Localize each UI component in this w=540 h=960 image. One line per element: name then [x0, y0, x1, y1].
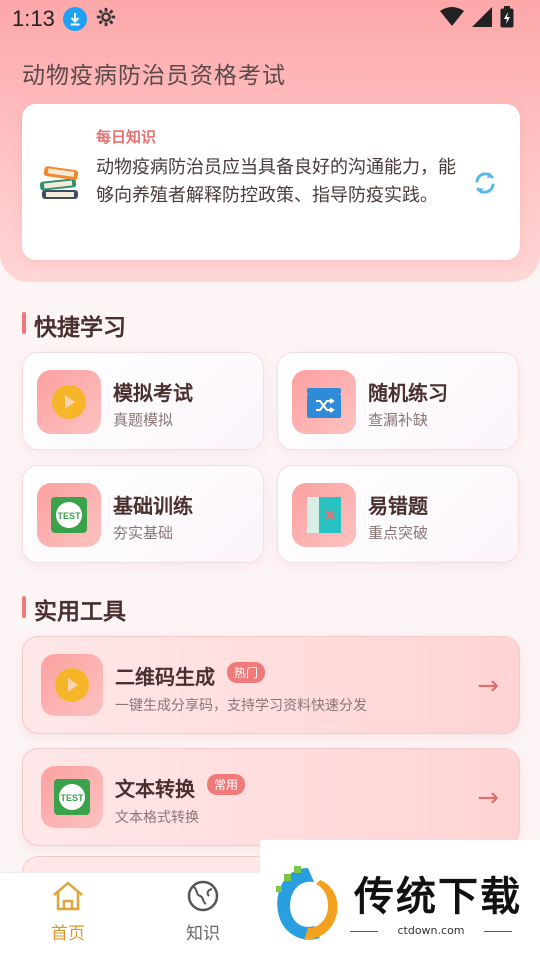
daily-label: 每日知识	[96, 128, 157, 146]
quick-subtitle: 重点突破	[368, 524, 429, 542]
text-convert-card[interactable]: TEST 文本转换 常用 文本格式转换 →	[22, 748, 520, 846]
books-icon	[38, 160, 82, 208]
battery-icon	[500, 6, 514, 32]
watermark-logo	[276, 866, 338, 940]
quick-study-title: 快捷学习	[22, 308, 126, 342]
daily-text: 动物疫病防治员应当具备良好的沟通能力，能够向养殖者解释防控政策、指导防疫实践。	[96, 157, 456, 206]
common-badge: 常用	[207, 774, 246, 795]
wifi-icon	[440, 7, 464, 31]
quick-title: 模拟考试	[113, 381, 193, 405]
hot-badge: 热门	[227, 662, 266, 683]
nav-knowledge[interactable]: 知识	[163, 879, 243, 944]
quick-title: 易错题	[368, 494, 428, 518]
basic-training-card[interactable]: TEST 基础训练 夯实基础	[22, 465, 264, 563]
play-icon	[37, 370, 101, 434]
test-icon: TEST	[41, 766, 103, 828]
tool-subtitle: 文本格式转换	[115, 810, 199, 826]
daily-knowledge-card: 每日知识 动物疫病防治员应当具备良好的沟通能力，能够向养殖者解释防控政策、指导防…	[22, 104, 520, 260]
wrong-book-icon	[292, 483, 356, 547]
download-icon	[62, 7, 87, 31]
home-icon	[53, 881, 83, 911]
arrow-right-icon: →	[477, 783, 499, 813]
nav-label: 首页	[51, 924, 85, 944]
mock-exam-card[interactable]: 模拟考试 真题模拟	[22, 352, 264, 450]
quick-subtitle: 夯实基础	[113, 524, 174, 542]
tool-title: 文本转换	[115, 777, 195, 801]
tool-subtitle: 一键生成分享码，支持学习资料快速分发	[115, 698, 367, 714]
quick-title: 随机练习	[368, 381, 448, 405]
tool-title: 二维码生成	[115, 665, 215, 689]
watermark-text: 传统下载	[354, 874, 522, 920]
status-time: 1:13	[12, 6, 55, 31]
quick-subtitle: 查漏补缺	[368, 411, 429, 429]
globe-icon	[187, 880, 219, 912]
quick-title: 基础训练	[113, 494, 193, 518]
watermark: 传统下载 ctdown.com	[260, 840, 540, 960]
tools-title: 实用工具	[22, 592, 126, 626]
shuffle-icon	[292, 370, 356, 434]
wrong-questions-card[interactable]: 易错题 重点突破	[277, 465, 519, 563]
svg-text:TEST: TEST	[60, 793, 84, 803]
status-bar: 1:13	[0, 0, 540, 38]
nav-label: 知识	[186, 924, 220, 944]
nav-home[interactable]: 首页	[28, 879, 108, 944]
watermark-url: ctdown.com	[350, 924, 512, 937]
random-practice-card[interactable]: 随机练习 查漏补缺	[277, 352, 519, 450]
test-icon: TEST	[37, 483, 101, 547]
arrow-right-icon: →	[477, 671, 499, 701]
quick-subtitle: 真题模拟	[113, 411, 174, 429]
refresh-icon[interactable]	[470, 168, 500, 202]
play-icon	[41, 654, 103, 716]
qr-generator-card[interactable]: 二维码生成 热门 一键生成分享码，支持学习资料快速分发 →	[22, 636, 520, 734]
gear-icon	[95, 6, 117, 32]
svg-text:TEST: TEST	[57, 511, 81, 521]
app-title: 动物疫病防治员资格考试	[22, 63, 286, 89]
signal-icon	[472, 7, 492, 31]
